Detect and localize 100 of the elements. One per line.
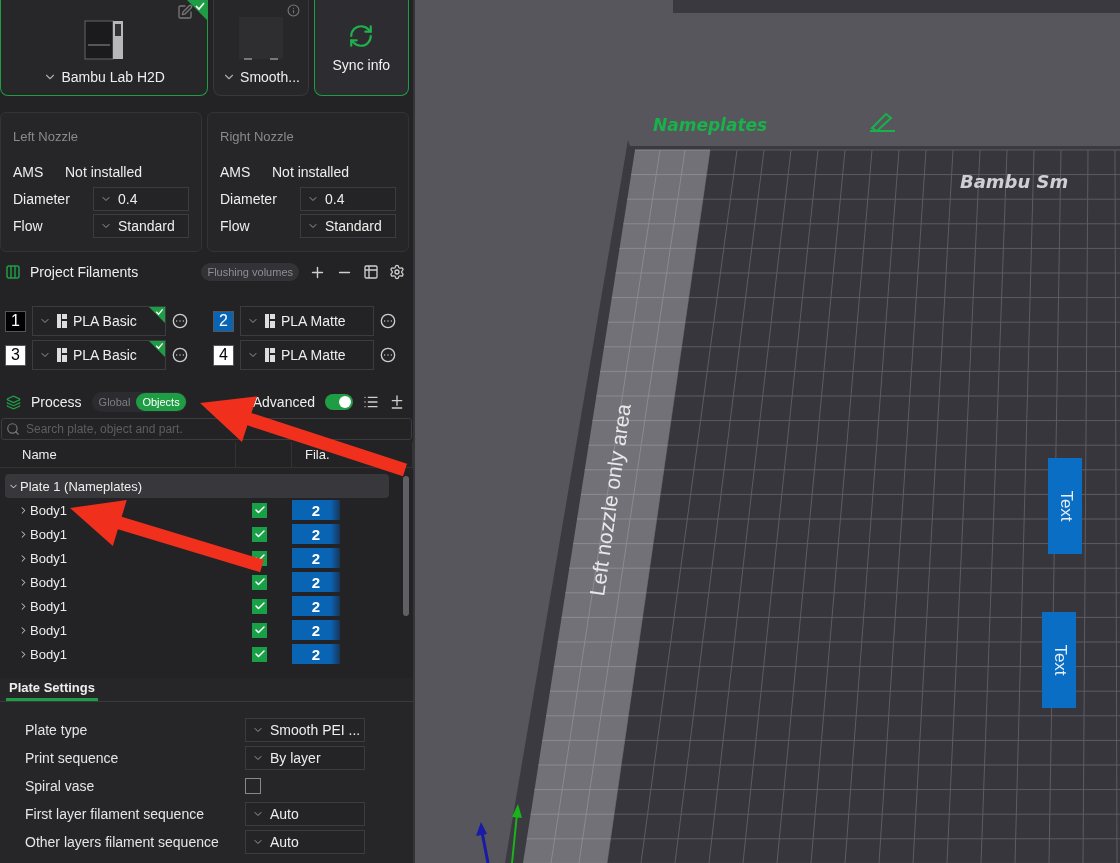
- filament-bars-icon: [6, 265, 20, 279]
- settings-icon[interactable]: [389, 264, 405, 280]
- filament-icon: [265, 314, 275, 328]
- nozzle-title: Left Nozzle: [13, 129, 80, 144]
- checkbox[interactable]: [245, 778, 261, 794]
- search-input[interactable]: Search plate, object and part.: [24, 421, 411, 437]
- object-name[interactable]: Body1: [18, 622, 67, 638]
- dropdown[interactable]: Standard: [93, 213, 189, 238]
- dropdown[interactable]: Auto: [245, 830, 365, 854]
- table-icon[interactable]: [363, 264, 379, 280]
- setting-label: Other layers filament sequence: [25, 834, 220, 850]
- filament-dropdown[interactable]: PLA Matte: [240, 306, 374, 336]
- more-icon[interactable]: [380, 313, 396, 329]
- check-icon: [253, 528, 266, 540]
- filament-number: 3: [5, 344, 26, 366]
- advanced-toggle[interactable]: [325, 394, 353, 410]
- sync-icon: [348, 22, 375, 49]
- plate-drawing: [239, 17, 283, 61]
- filament-dropdown[interactable]: PLA Matte: [240, 340, 374, 370]
- filament-dropdown[interactable]: PLA Basic: [32, 340, 166, 370]
- more-icon[interactable]: [172, 347, 188, 363]
- nozzle-title: Right Nozzle: [220, 129, 295, 144]
- ams-value: Not installed: [65, 163, 143, 180]
- plate-row[interactable]: Plate 1 (Nameplates): [5, 474, 389, 498]
- field-label: AMS: [220, 163, 252, 180]
- edit-icon[interactable]: [177, 4, 194, 20]
- filament-badge[interactable]: 2: [292, 572, 340, 592]
- axis-arrow-icon: [476, 822, 490, 863]
- field-label: Flow: [13, 217, 44, 234]
- filament-badge[interactable]: 2: [292, 524, 340, 544]
- filament-icon: [57, 314, 67, 328]
- dropdown[interactable]: 0.4: [300, 186, 396, 211]
- info-icon[interactable]: [286, 4, 300, 17]
- check-icon: [253, 648, 266, 660]
- pencil-icon: [869, 112, 896, 132]
- object-name[interactable]: Body1: [18, 502, 67, 518]
- filament-dropdown[interactable]: PLA Basic: [32, 306, 166, 336]
- object-name[interactable]: Body1: [18, 574, 67, 590]
- section-title: Process: [31, 394, 82, 410]
- object-name[interactable]: Body1: [18, 550, 67, 566]
- field-label: Flow: [220, 217, 251, 234]
- filament-number: 4: [213, 344, 234, 366]
- bed-label: Bambu Sm: [960, 171, 1069, 192]
- ams-value: Not installed: [272, 163, 350, 180]
- more-icon[interactable]: [172, 313, 188, 329]
- check-icon: [253, 600, 266, 612]
- plate-selector[interactable]: Smooth...: [222, 69, 300, 85]
- plate-card[interactable]: Smooth...: [213, 0, 309, 96]
- dropdown[interactable]: Standard: [300, 213, 396, 238]
- axis-arrow-icon: [511, 804, 522, 863]
- checkbox[interactable]: [252, 574, 267, 590]
- filament-badge[interactable]: 2: [292, 644, 340, 664]
- object-name[interactable]: Body1: [18, 598, 67, 614]
- check-corner-icon: [149, 341, 165, 357]
- sync-info-button[interactable]: Sync info: [313, 0, 409, 96]
- checkbox[interactable]: [252, 646, 267, 662]
- dropdown[interactable]: Smooth PEI ...: [245, 718, 365, 742]
- compare-icon[interactable]: [389, 394, 405, 410]
- setting-label: Plate type: [25, 722, 89, 738]
- filament-badge[interactable]: 2: [292, 596, 340, 616]
- checkbox[interactable]: [252, 598, 267, 614]
- dropdown[interactable]: Auto: [245, 802, 365, 826]
- check-corner-icon: [187, 0, 208, 20]
- object-name[interactable]: Body1: [18, 526, 67, 542]
- filament-number: 1: [5, 310, 26, 332]
- checkbox[interactable]: [252, 622, 267, 638]
- search-bar[interactable]: Search plate, object and part.: [1, 418, 412, 440]
- filament-badge[interactable]: 2: [292, 620, 340, 640]
- filament-badge[interactable]: 2: [292, 500, 340, 520]
- printer-card[interactable]: Bambu Lab H2D: [0, 0, 209, 96]
- flushing-volumes-button[interactable]: Flushing volumes: [201, 263, 299, 281]
- text-block[interactable]: Text: [1048, 458, 1082, 554]
- zone-label: Left nozzle only area: [585, 402, 635, 598]
- dropdown[interactable]: By layer: [245, 746, 365, 770]
- checkbox[interactable]: [252, 526, 267, 542]
- scrollbar-thumb[interactable]: [403, 476, 409, 616]
- dropdown[interactable]: 0.4: [93, 186, 189, 211]
- filament-badge[interactable]: 2: [292, 548, 340, 568]
- check-icon: [253, 624, 266, 636]
- filament-icon: [265, 348, 275, 362]
- check-icon: [253, 504, 266, 516]
- check-icon: [253, 576, 266, 588]
- more-icon[interactable]: [380, 347, 396, 363]
- printer-selector[interactable]: Bambu Lab H2D: [43, 69, 165, 85]
- checkbox[interactable]: [252, 502, 267, 518]
- filament-icon: [57, 348, 67, 362]
- text-block[interactable]: Text: [1042, 612, 1076, 708]
- mode-switch[interactable]: Global Objects: [91, 392, 187, 412]
- column-header: Name: [0, 442, 236, 467]
- field-label: Diameter: [220, 190, 278, 207]
- filament-number: 2: [213, 310, 234, 332]
- search-icon: [6, 422, 20, 436]
- object-name[interactable]: Body1: [18, 646, 67, 662]
- mode-tab[interactable]: Objects: [136, 393, 186, 411]
- setting-label: Spiral vase: [25, 778, 96, 794]
- field-label: Diameter: [13, 190, 71, 207]
- layers-icon: [6, 394, 21, 410]
- list-icon[interactable]: [363, 394, 379, 410]
- plate-name-label: Nameplates: [653, 115, 768, 135]
- setting-label: First layer filament sequence: [25, 806, 205, 822]
